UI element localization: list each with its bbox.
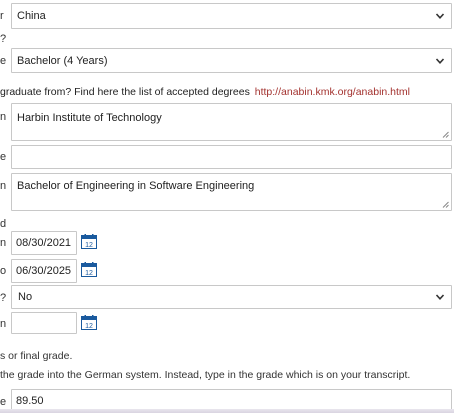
cut-label-completed: ? (0, 292, 7, 304)
completed-value: No (18, 291, 33, 303)
university-question-text: graduate from? Find here the list of acc… (0, 86, 250, 98)
cut-label-grade: e (0, 396, 7, 408)
calendar-badge: 12 (85, 242, 93, 249)
cut-label-end-date: o (0, 265, 7, 277)
completion-date-input[interactable] (11, 312, 77, 334)
start-date-input[interactable]: 08/30/2021 (11, 231, 77, 255)
completed-select[interactable]: No (11, 285, 452, 309)
country-select[interactable]: China (11, 3, 452, 29)
university-question: graduate from? Find here the list of acc… (0, 86, 410, 98)
end-date-value: 06/30/2025 (16, 265, 72, 277)
cut-label-completion-date: n (0, 318, 7, 330)
cut-label-program: n (0, 180, 7, 192)
program-value: Bachelor of Engineering in Software Engi… (17, 180, 255, 192)
program-textarea[interactable]: Bachelor of Engineering in Software Engi… (11, 173, 452, 211)
end-date-input[interactable]: 06/30/2025 (11, 259, 77, 283)
bottom-shadow (0, 409, 454, 413)
chevron-down-icon (435, 294, 445, 300)
cut-text-line: d (0, 218, 7, 230)
cut-label-country: r (0, 10, 4, 22)
grade-note-2: the grade into the German system. Instea… (0, 369, 411, 381)
cut-label-university: n (0, 111, 7, 123)
degree-value: Bachelor (4 Years) (17, 55, 108, 67)
anabin-link[interactable]: http://anabin.kmk.org/anabin.html (255, 86, 410, 98)
empty-input[interactable] (11, 145, 452, 169)
country-value: China (17, 10, 46, 22)
grade-value: 89.50 (16, 395, 44, 407)
university-textarea[interactable]: Harbin Institute of Technology (11, 103, 452, 141)
cut-label-start-date: n (0, 237, 7, 249)
calendar-badge: 12 (85, 323, 93, 330)
university-value: Harbin Institute of Technology (17, 112, 162, 124)
resize-grip-icon[interactable] (442, 201, 449, 208)
calendar-icon[interactable]: 12 (81, 262, 97, 277)
grade-note-1: s or final grade. (0, 350, 73, 362)
calendar-icon[interactable]: 12 (81, 234, 97, 249)
calendar-badge: 12 (85, 270, 93, 277)
start-date-value: 08/30/2021 (16, 237, 72, 249)
cut-label-empty: e (0, 151, 7, 163)
degree-select[interactable]: Bachelor (4 Years) (11, 48, 452, 73)
chevron-down-icon (435, 13, 445, 19)
resize-grip-icon[interactable] (442, 131, 449, 138)
calendar-icon[interactable]: 12 (81, 315, 97, 330)
cut-text-line: ? (0, 33, 7, 45)
chevron-down-icon (435, 57, 445, 64)
cut-label-degree: e (0, 55, 7, 67)
